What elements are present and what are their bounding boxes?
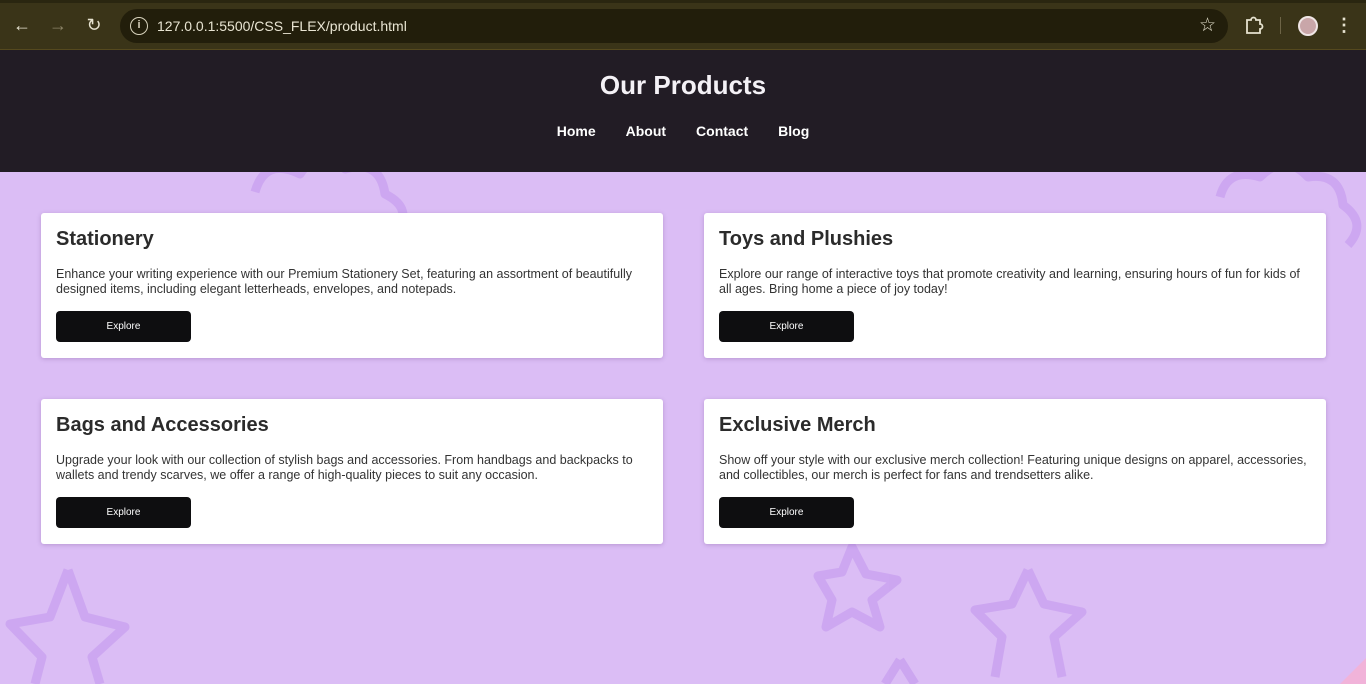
explore-button[interactable]: Explore xyxy=(719,497,854,528)
back-arrow-icon[interactable]: ← xyxy=(10,13,34,37)
explore-button[interactable]: Explore xyxy=(56,497,191,528)
star-shape xyxy=(5,568,130,684)
nav-link-home[interactable]: Home xyxy=(557,123,596,139)
product-card-toys: Toys and Plushies Explore our range of i… xyxy=(704,213,1326,358)
main-nav: Home About Contact Blog xyxy=(0,123,1366,139)
forward-arrow-icon[interactable]: → xyxy=(46,13,70,37)
card-description: Enhance your writing experience with our… xyxy=(56,267,632,296)
product-card-bags: Bags and Accessories Upgrade your look w… xyxy=(41,399,663,544)
card-title: Exclusive Merch xyxy=(719,414,876,436)
card-description: Explore our range of interactive toys th… xyxy=(719,267,1300,296)
star-icon[interactable]: ☆ xyxy=(1199,15,1216,37)
tab-strip xyxy=(0,0,1366,3)
product-card-merch: Exclusive Merch Show off your style with… xyxy=(704,399,1326,544)
card-title: Toys and Plushies xyxy=(719,228,894,250)
corner-accent xyxy=(1340,658,1366,684)
product-card-stationery: Stationery Enhance your writing experien… xyxy=(41,213,663,358)
profile-avatar[interactable] xyxy=(1298,16,1318,36)
nav-link-blog[interactable]: Blog xyxy=(778,123,809,139)
explore-button[interactable]: Explore xyxy=(56,311,191,342)
url-text[interactable]: 127.0.0.1:5500/CSS_FLEX/product.html xyxy=(157,18,407,34)
card-title: Stationery xyxy=(56,228,154,250)
nav-link-contact[interactable]: Contact xyxy=(696,123,748,139)
card-title: Bags and Accessories xyxy=(56,414,269,436)
card-description: Show off your style with our exclusive m… xyxy=(719,453,1307,482)
nav-link-about[interactable]: About xyxy=(626,123,666,139)
kebab-menu-icon[interactable]: ⋮ xyxy=(1335,13,1353,37)
puzzle-icon[interactable] xyxy=(1244,14,1264,36)
toolbar-separator xyxy=(1280,17,1281,34)
site-header: Our Products Home About Contact Blog xyxy=(0,50,1366,172)
site-info-icon[interactable]: i xyxy=(130,17,148,35)
star-shape xyxy=(970,568,1087,678)
reload-icon[interactable]: ↻ xyxy=(82,13,106,37)
star-shape xyxy=(881,657,919,684)
card-description: Upgrade your look with our collection of… xyxy=(56,453,633,482)
star-shape xyxy=(813,542,902,632)
browser-toolbar: ← → ↻ i 127.0.0.1:5500/CSS_FLEX/product.… xyxy=(0,0,1366,50)
address-bar[interactable]: i 127.0.0.1:5500/CSS_FLEX/product.html ☆ xyxy=(120,9,1228,43)
explore-button[interactable]: Explore xyxy=(719,311,854,342)
page-title: Our Products xyxy=(599,70,767,100)
